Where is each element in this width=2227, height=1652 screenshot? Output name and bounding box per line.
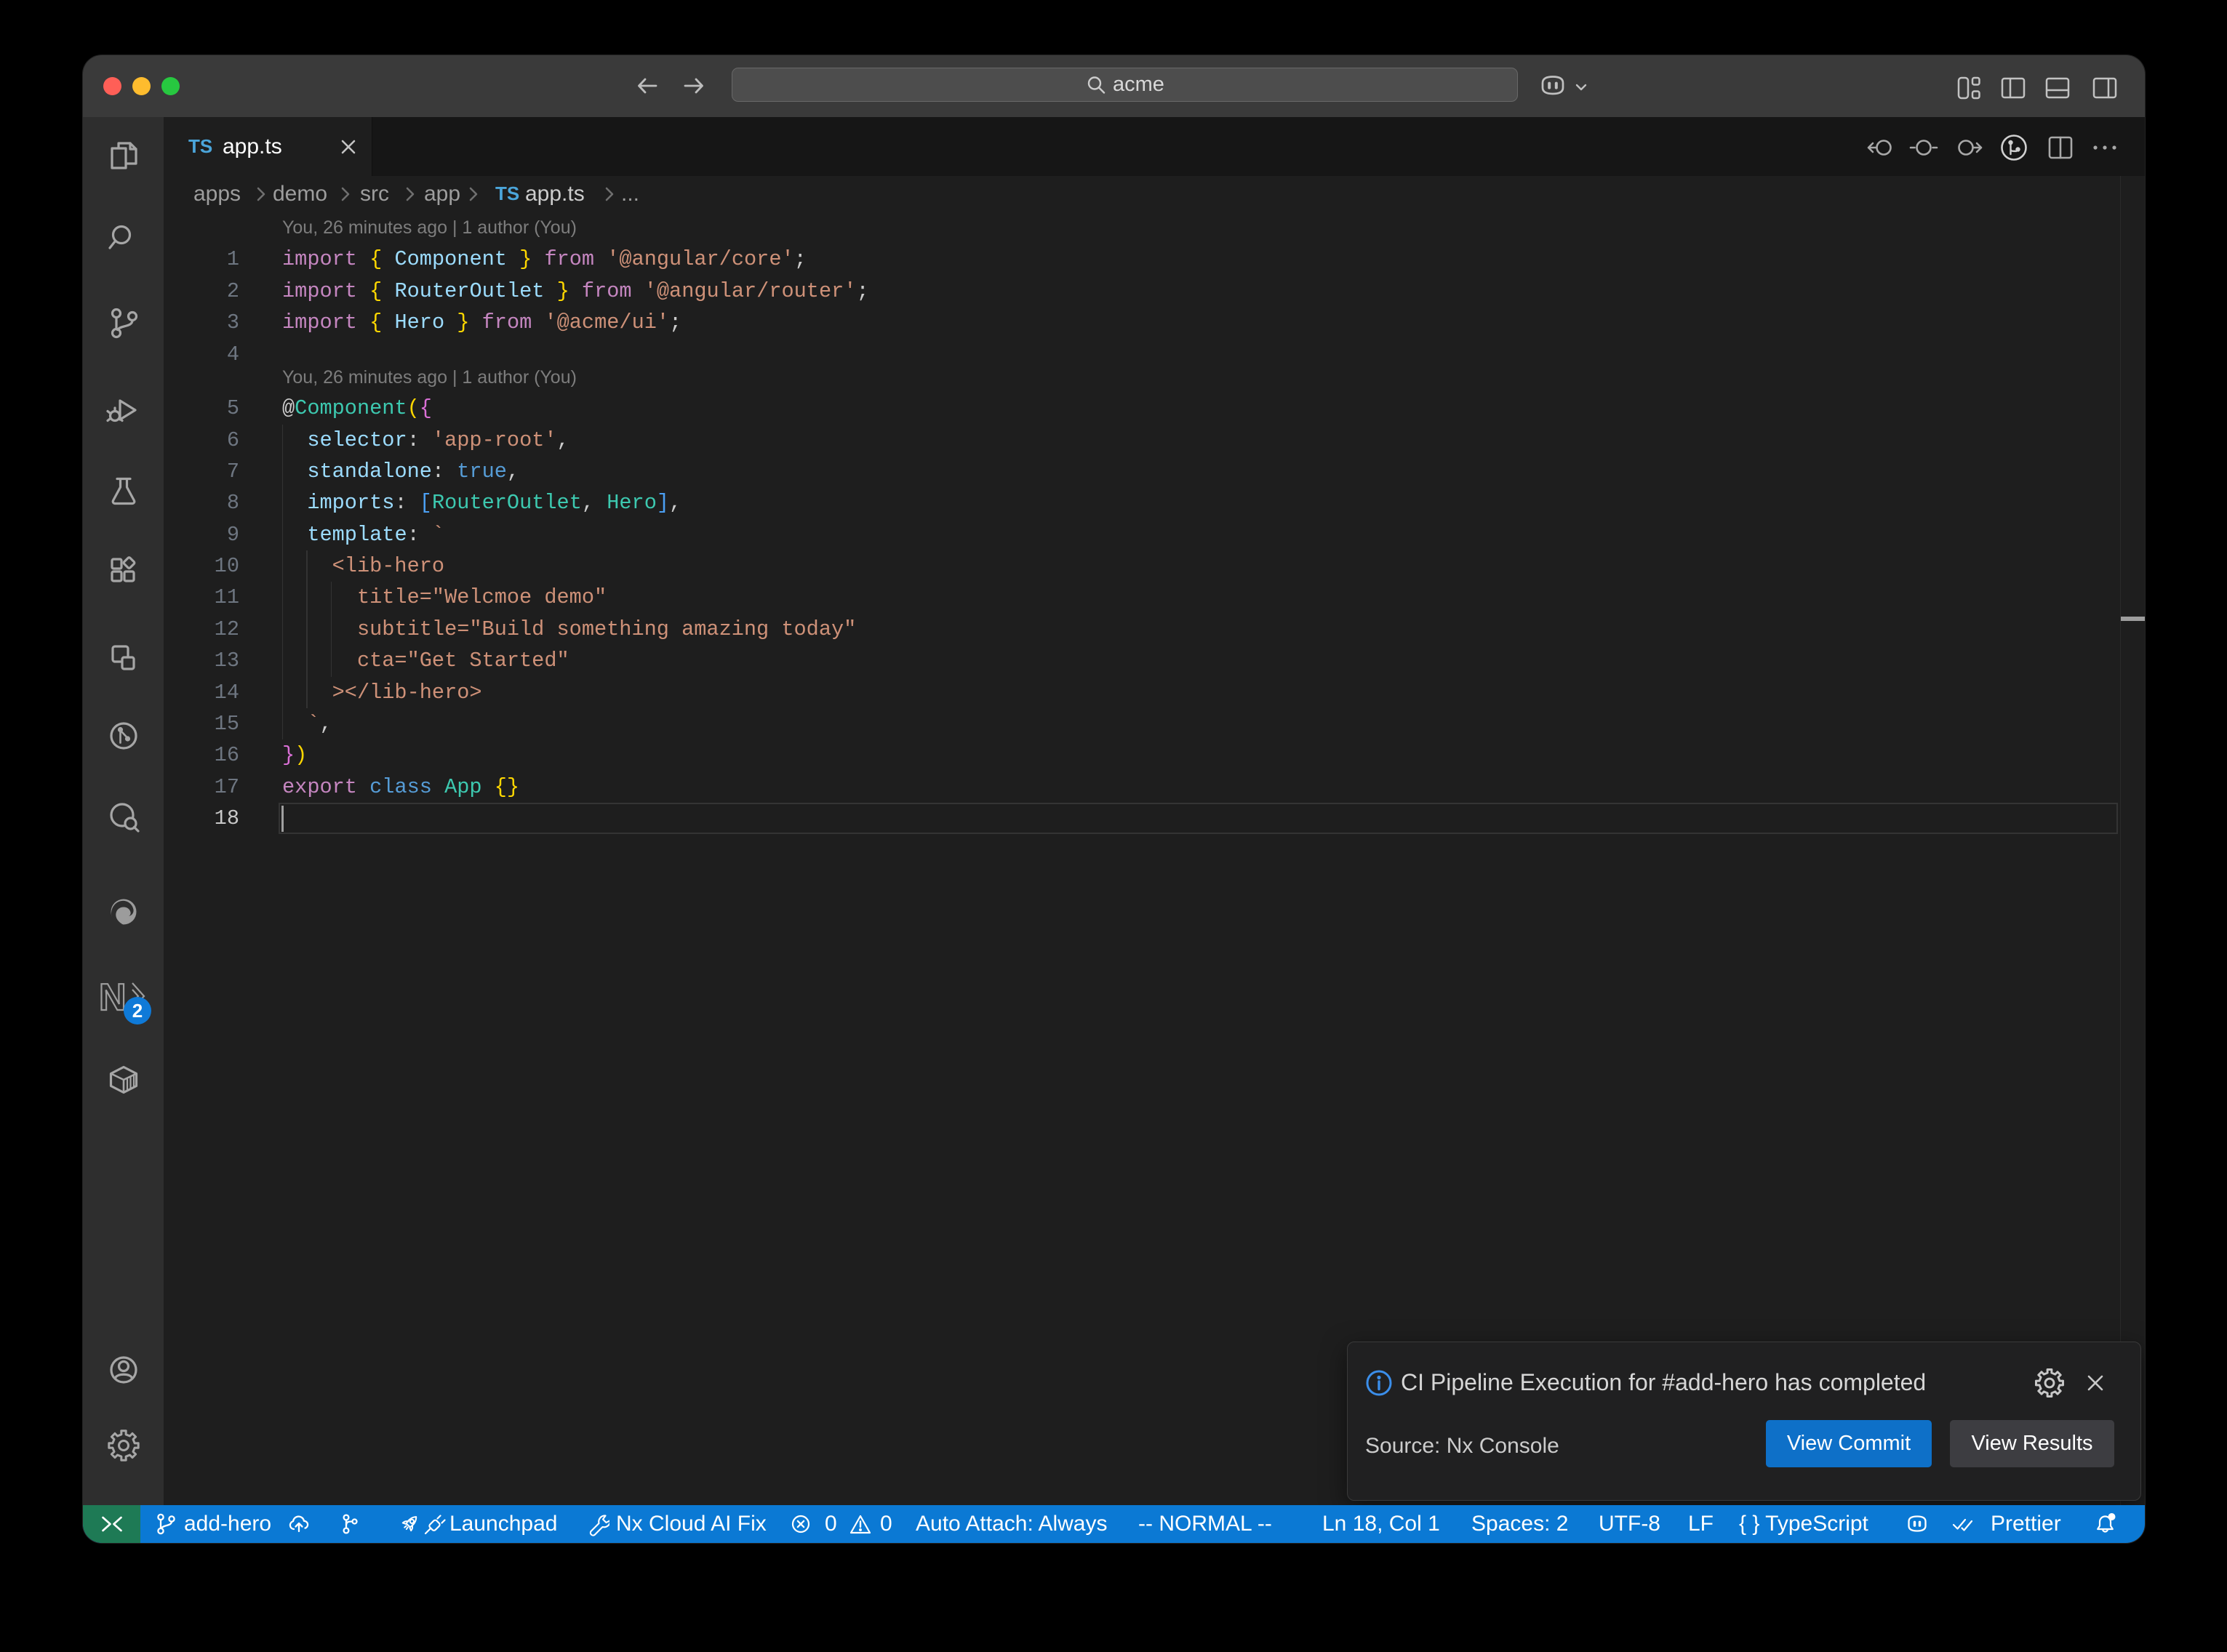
svg-text:N: N (99, 979, 127, 1019)
